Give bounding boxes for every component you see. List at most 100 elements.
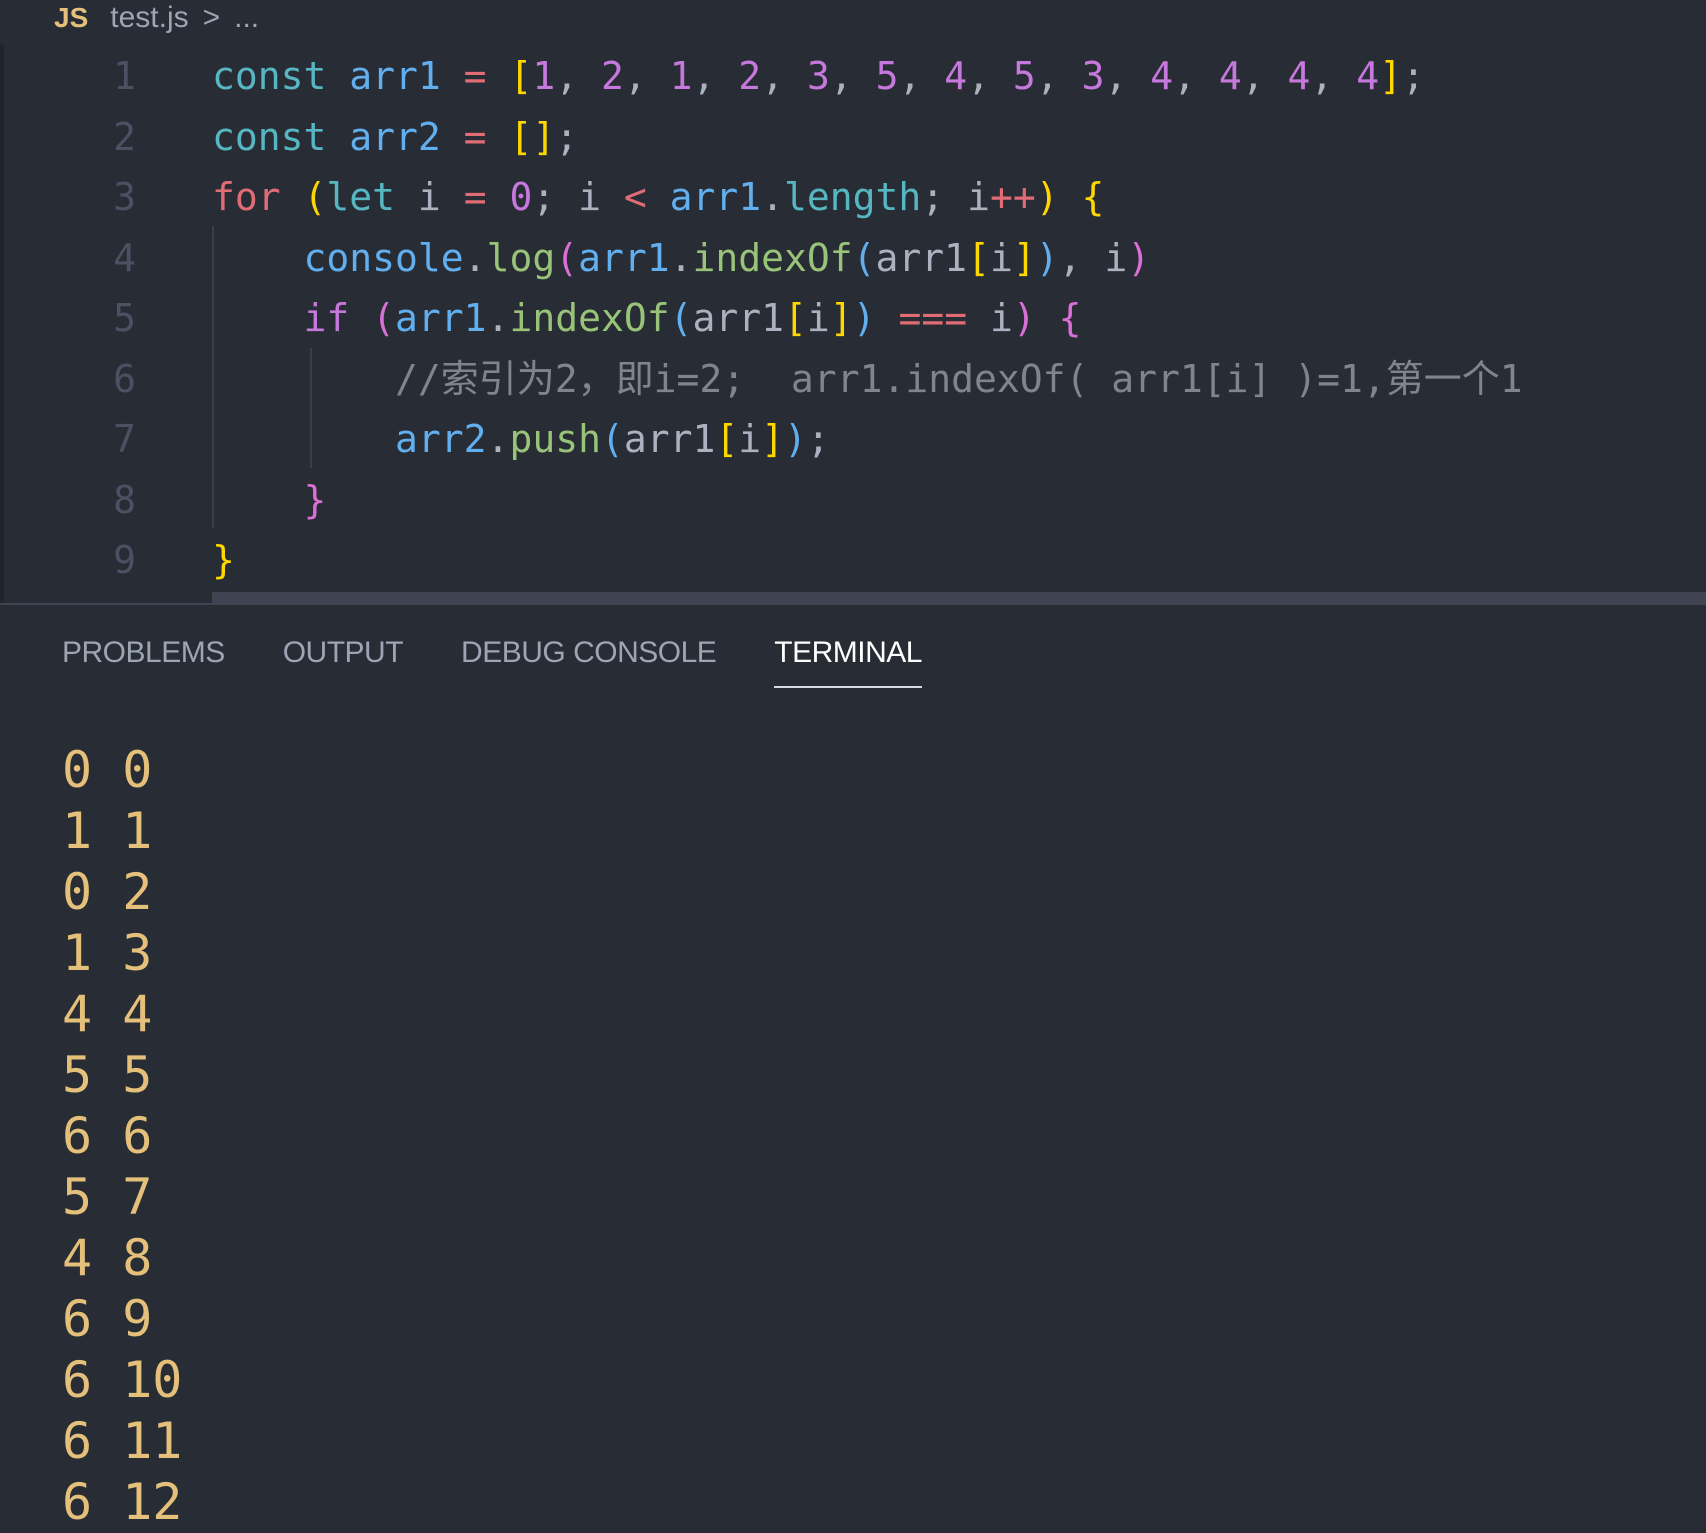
code-token: i: [806, 296, 830, 340]
code-token: arr1: [669, 175, 762, 219]
line-number: 2: [113, 114, 136, 159]
code-area[interactable]: 1 const arr1 = [1, 2, 1, 2, 3, 5, 4, 5, 3…: [0, 46, 1706, 591]
code-token: 3: [806, 54, 830, 98]
code-token: ,: [1310, 54, 1357, 98]
code-token: ,: [692, 54, 739, 98]
code-text[interactable]: //索引为2，即i=2; arr1.indexOf( arr1[i] )=1,第…: [212, 349, 1523, 410]
code-text[interactable]: arr2.push(arr1[i]);: [212, 409, 830, 470]
code-token: 4: [1287, 54, 1311, 98]
javascript-file-icon: JS: [54, 2, 89, 33]
panel-tabs: PROBLEMS OUTPUT DEBUG CONSOLE TERMINAL: [62, 636, 980, 688]
tab-debug-console[interactable]: DEBUG CONSOLE: [461, 636, 717, 688]
code-text[interactable]: const arr2 = [];: [212, 107, 578, 168]
code-token: ,: [967, 54, 1013, 98]
tab-terminal[interactable]: TERMINAL: [774, 636, 922, 688]
line-number: 6: [113, 356, 136, 401]
code-token: ===: [898, 296, 990, 340]
code-line[interactable]: 8 }: [0, 470, 1706, 531]
terminal-line: 5 7: [62, 1168, 153, 1226]
code-text[interactable]: const arr1 = [1, 2, 1, 2, 3, 5, 4, 5, 3,…: [212, 46, 1425, 107]
code-token: arr1: [395, 296, 487, 340]
terminal-line: 6 10: [62, 1351, 183, 1409]
code-token: i: [989, 235, 1013, 280]
code-token: 4: [1150, 54, 1174, 98]
code-token: 5: [1012, 54, 1036, 98]
code-token: 4: [1356, 54, 1380, 98]
code-token: 5: [875, 54, 899, 98]
code-token: []: [509, 114, 556, 159]
code-line[interactable]: 7 arr2.push(arr1[i]);: [0, 409, 1706, 470]
terminal-line: 4 8: [62, 1229, 153, 1287]
code-text[interactable]: }: [212, 530, 235, 591]
code-token: =: [463, 175, 510, 219]
terminal-line: 1 1: [62, 802, 153, 860]
code-token: arr2: [349, 114, 441, 159]
code-text[interactable]: console.log(arr1.indexOf(arr1[i]), i): [212, 228, 1151, 289]
code-token: ; i: [921, 175, 990, 219]
code-text[interactable]: }: [212, 470, 327, 531]
code-token: (: [303, 175, 327, 219]
code-line[interactable]: 5 if (arr1.indexOf(arr1[i]) === i) {: [0, 288, 1706, 349]
terminal-line: 0 2: [62, 863, 153, 921]
code-line[interactable]: 3 for (let i = 0; i < arr1.length; i++) {: [0, 167, 1706, 228]
code-text[interactable]: for (let i = 0; i < arr1.length; i++) {: [212, 167, 1104, 228]
breadcrumb: JS test.js > ...: [54, 0, 259, 36]
breadcrumb-file[interactable]: test.js: [110, 1, 188, 35]
code-editor[interactable]: JS test.js > ... 1 const arr1 = [1, 2, 1,…: [0, 0, 1706, 604]
code-token: (: [555, 235, 579, 280]
code-token: const: [212, 114, 350, 159]
code-token: (: [669, 296, 693, 340]
code-token: const: [212, 54, 350, 98]
code-token: [: [715, 417, 739, 461]
code-token: =: [440, 114, 510, 159]
code-line[interactable]: 1 const arr1 = [1, 2, 1, 2, 3, 5, 4, 5, 3…: [0, 46, 1706, 107]
code-token: ]: [1012, 235, 1036, 280]
code-token: <: [623, 175, 670, 219]
code-token: [: [509, 54, 533, 98]
panel-divider[interactable]: [0, 603, 1706, 605]
tab-output[interactable]: OUTPUT: [283, 636, 404, 688]
line-number: 4: [113, 235, 136, 280]
code-token: 4: [1218, 54, 1242, 98]
code-token: , i: [1058, 235, 1128, 280]
terminal-line: 0 0: [62, 741, 153, 799]
tab-problems[interactable]: PROBLEMS: [62, 636, 225, 688]
code-token: ): [1012, 296, 1059, 340]
line-number: 9: [113, 538, 136, 582]
code-token: ): [784, 417, 807, 461]
code-token: ;: [1401, 54, 1425, 98]
terminal-output[interactable]: 0 01 10 21 34 45 56 65 74 86 96 10 6 11 6 …: [62, 740, 182, 1533]
code-line[interactable]: 4 console.log(arr1.indexOf(arr1[i]), i): [0, 228, 1706, 289]
code-token: arr1: [349, 54, 441, 98]
code-token: ,: [761, 54, 807, 98]
code-token: ,: [829, 54, 876, 98]
code-token: (: [600, 417, 624, 461]
code-token: ]: [829, 296, 853, 340]
code-token: //索引为2，即i=2; arr1.indexOf( arr1[i] )=1,第…: [395, 356, 1523, 401]
terminal-line: 6 11: [62, 1412, 183, 1470]
code-token: indexOf: [509, 296, 670, 340]
code-token: 4: [944, 54, 968, 98]
line-number: 7: [113, 417, 136, 461]
code-token: length: [784, 175, 922, 219]
code-token: 1: [532, 54, 556, 98]
code-line[interactable]: 9}: [0, 530, 1706, 591]
code-line[interactable]: 6 //索引为2，即i=2; arr1.indexOf( arr1[i] )=1…: [0, 349, 1706, 410]
code-token: ;: [555, 114, 579, 159]
terminal-line: 6 6: [62, 1107, 153, 1165]
code-token: [: [784, 296, 807, 340]
code-line[interactable]: 2 const arr2 = [];: [0, 107, 1706, 168]
code-token: 0: [509, 175, 533, 219]
breadcrumb-ellipsis[interactable]: ...: [234, 1, 259, 35]
code-token: console: [303, 235, 464, 280]
code-token: log: [486, 235, 556, 280]
code-token: .: [463, 235, 487, 280]
code-text[interactable]: if (arr1.indexOf(arr1[i]) === i) {: [212, 288, 1082, 349]
code-token: arr1: [623, 417, 716, 461]
code-token: 2: [738, 54, 762, 98]
code-token: let: [326, 175, 418, 219]
code-token: 3: [1081, 54, 1105, 98]
